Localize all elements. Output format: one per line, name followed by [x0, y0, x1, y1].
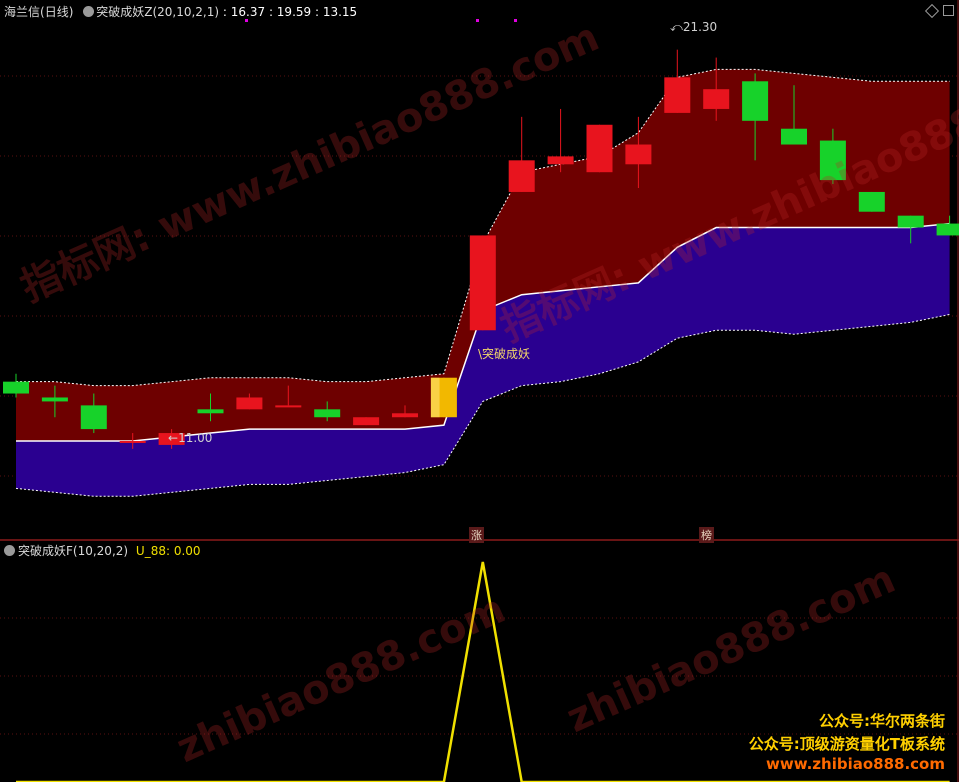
- candle-body: [41, 397, 68, 402]
- sub-indicator-name[interactable]: 突破成妖F(10,20,2): [18, 544, 128, 558]
- main-indicator-name[interactable]: 突破成妖Z(20,10,2,1): [96, 5, 219, 19]
- candle-body: [275, 405, 302, 408]
- candle-body: [80, 405, 107, 430]
- candle-body: [508, 160, 535, 192]
- promo-line-2: 公众号:顶级游资量化T板系统: [748, 735, 945, 753]
- high-price-label: ⤺21.30: [670, 20, 718, 34]
- candle-body: [897, 215, 924, 228]
- event-marker-bang[interactable]: 榜: [699, 527, 714, 543]
- candle-body: [781, 128, 807, 145]
- candle-body: [819, 140, 846, 181]
- signal-bar-highlight: [430, 377, 440, 418]
- candle-body: [586, 124, 613, 173]
- candle-body: [119, 440, 146, 443]
- low-price-label: ←11.00: [168, 431, 213, 445]
- top-marker: [514, 19, 517, 22]
- promo-line-1: 公众号:华尔两条街: [819, 712, 945, 730]
- candle-body: [625, 144, 652, 165]
- panel-expand-icon[interactable]: [943, 5, 954, 16]
- candle-body: [858, 191, 885, 212]
- candle-body: [3, 381, 29, 394]
- candle-body: [392, 413, 418, 418]
- candle-body: [703, 89, 730, 109]
- main-header: 海兰信(日线) 突破成妖Z(20,10,2,1) : 16.37 : 19.59…: [4, 3, 357, 20]
- price-chart[interactable]: [0, 0, 959, 782]
- candle-body: [314, 409, 341, 418]
- signal-label: \突破成妖: [478, 347, 531, 361]
- chart-window: 海兰信(日线) 突破成妖Z(20,10,2,1) : 16.37 : 19.59…: [0, 0, 959, 782]
- candle-body: [936, 223, 959, 236]
- signal-label-text: 突破成妖: [482, 347, 531, 361]
- top-marker: [476, 19, 479, 22]
- high-price-value: 21.30: [682, 20, 718, 34]
- sub-header: 突破成妖F(10,20,2) U_88: 0.00: [4, 542, 201, 559]
- promo-line-3: www.zhibiao888.com: [765, 755, 945, 773]
- sub-series-label: U_88: 0.00: [135, 544, 201, 558]
- candle-body: [236, 397, 263, 410]
- low-price-value: 11.00: [178, 431, 213, 445]
- event-marker-zhang[interactable]: 涨: [469, 527, 484, 543]
- indicator-menu-icon[interactable]: [83, 6, 95, 17]
- sub-indicator-menu-icon[interactable]: [4, 545, 15, 556]
- candle-body: [197, 409, 224, 414]
- value-3: : 13.15: [314, 5, 358, 19]
- candle-body: [664, 77, 691, 113]
- period-label: (日线): [40, 5, 74, 19]
- candle-body: [469, 235, 496, 331]
- value-2: : 19.59: [268, 5, 312, 19]
- stock-name: 海兰信: [4, 5, 41, 19]
- candle-body: [742, 81, 769, 121]
- candle-body: [547, 156, 574, 165]
- candle-body: [353, 417, 380, 426]
- value-1: : 16.37: [222, 5, 266, 19]
